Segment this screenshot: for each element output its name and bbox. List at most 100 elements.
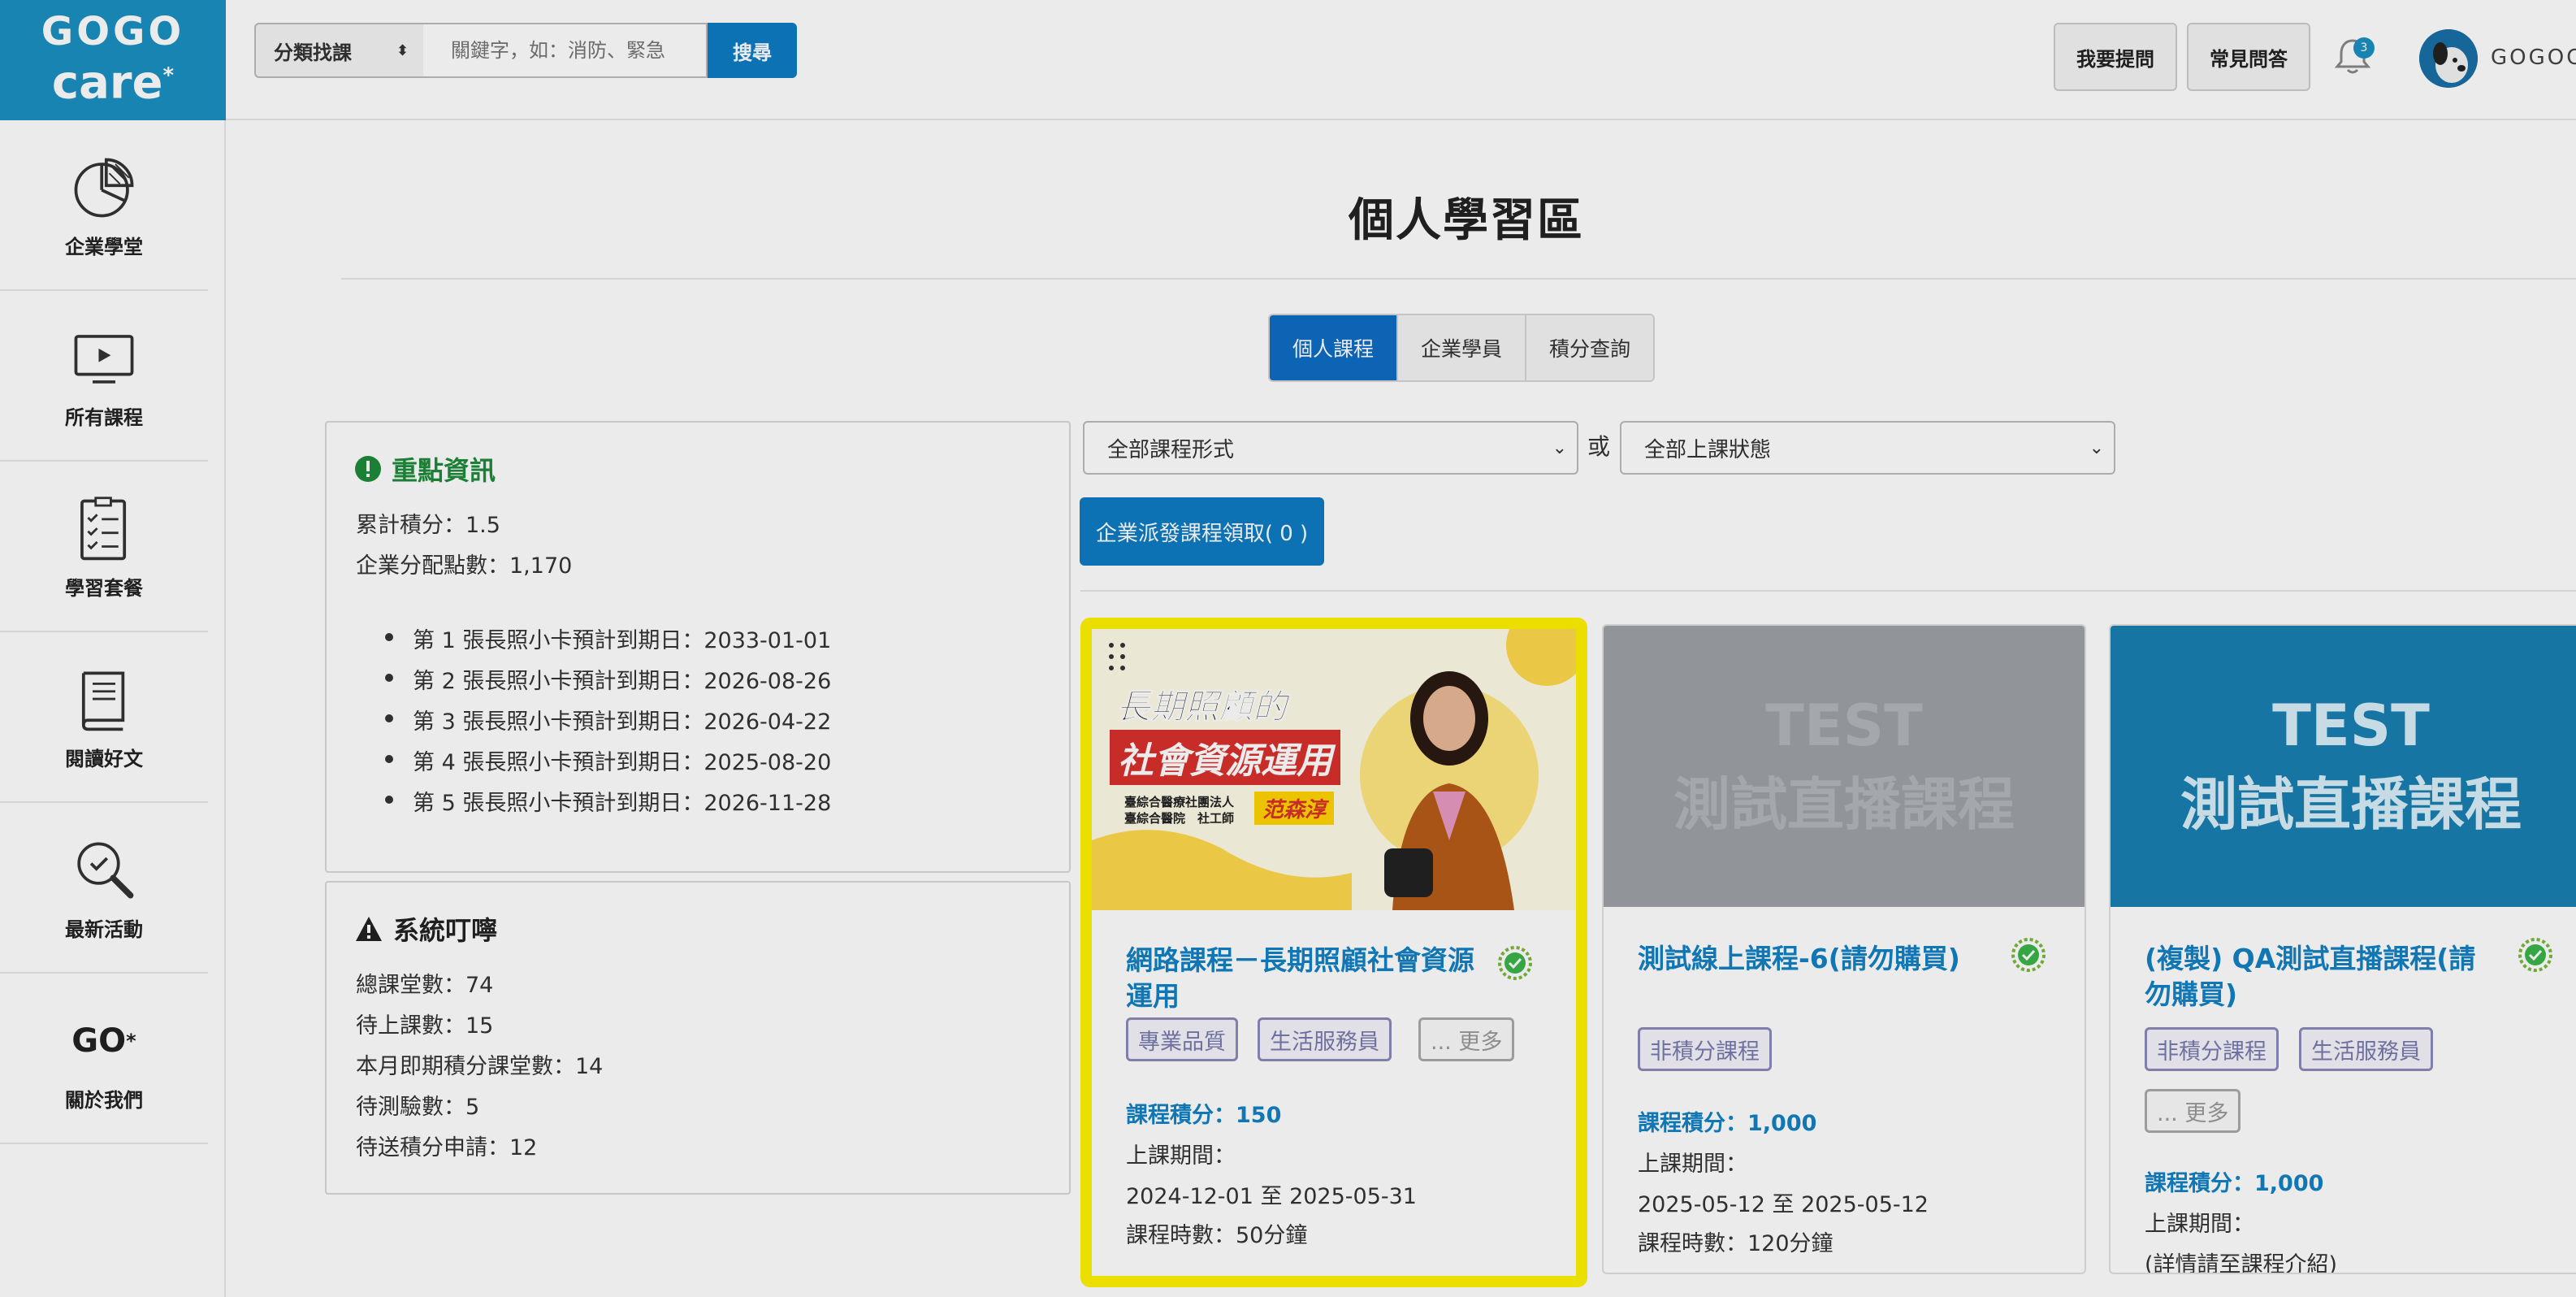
ask-question-button[interactable]: 我要提問: [2054, 23, 2177, 91]
cover-line1: TEST: [2272, 692, 2430, 759]
verified-badge-icon: [1498, 946, 1532, 980]
course-tag[interactable]: 非積分課程: [1638, 1027, 1772, 1071]
course-status-select[interactable]: 全部上課狀態 ⌄: [1620, 421, 2115, 475]
sidebar-item-events[interactable]: 最新活動: [0, 803, 208, 974]
faq-button[interactable]: 常見問答: [2187, 23, 2310, 91]
key-info-panel: 重點資訊 累計積分：1.5 企業分配點數：1,170 第 1 張長照小卡預計到期…: [325, 421, 1071, 873]
notice-line: 待上課數：15: [356, 1013, 494, 1039]
notice-line: 總課堂數：74: [356, 973, 494, 998]
search-button[interactable]: 搜尋: [708, 23, 797, 78]
course-period-label: 上課期間：: [1638, 1152, 1747, 1177]
course-tag[interactable]: 生活服務員: [2299, 1027, 2433, 1071]
key-info-title: 重點資訊: [354, 450, 496, 488]
more-tags-button[interactable]: ... 更多: [2145, 1089, 2241, 1133]
course-cover-image: TEST 測試直播課程: [1604, 626, 2085, 907]
course-title[interactable]: 測試線上課程-6(請勿購買): [1638, 941, 1995, 977]
cover-title-line2: 社會資源運用: [1110, 730, 1340, 785]
course-card[interactable]: TEST 測試直播課程 (複製) QA測試直播課程(請勿購買) 非積分課程 生活…: [2109, 624, 2576, 1274]
cover-line2: 測試直播課程: [2180, 770, 2522, 838]
accumulated-points: 累計積分：1.5: [356, 513, 500, 538]
course-points: 課程積分：1,000: [1638, 1111, 1817, 1136]
notification-badge: 3: [2353, 37, 2375, 59]
search-input[interactable]: [423, 23, 708, 78]
page-title: 個人學習區: [1349, 194, 1584, 247]
notice-line: 待測驗數：5: [356, 1095, 480, 1120]
enterprise-assign-button[interactable]: 企業派發課程領取( 0 ): [1080, 497, 1324, 566]
course-duration: 課程時數：50分鐘: [1126, 1223, 1308, 1248]
category-select-label: 分類找課: [274, 41, 352, 64]
chevron-down-icon: ⌄: [2089, 437, 2104, 458]
system-notice-title: 系統叮嚀: [354, 910, 497, 948]
course-duration: 課程時數：120分鐘: [1638, 1231, 1834, 1256]
notice-line: 待送積分申請：12: [356, 1135, 538, 1160]
sidebar-item-label: 閱讀好文: [65, 747, 143, 770]
sidebar-item-about[interactable]: GO * 關於我們: [0, 974, 208, 1144]
pie-chart-icon: [67, 151, 141, 224]
course-points: 課程積分：150: [1126, 1103, 1282, 1128]
course-title[interactable]: (複製) QA測試直播課程(請勿購買): [2145, 941, 2502, 1013]
dog-avatar-icon: [2419, 29, 2478, 88]
sidebar-item-articles[interactable]: 閱讀好文: [0, 632, 208, 803]
cover-sub2: 臺綜合醫院 社工師: [1124, 811, 1235, 826]
go-logo-icon: GO *: [71, 1022, 136, 1060]
card-expiry-item: 第 1 張長照小卡預計到期日：2033-01-01: [384, 622, 831, 654]
cover-teacher: 范森淳: [1254, 792, 1335, 825]
avatar[interactable]: [2419, 29, 2478, 88]
warning-icon: [356, 917, 382, 941]
user-name[interactable]: GOGOCA: [2491, 46, 2576, 70]
logo-line2: care*: [51, 56, 175, 110]
sidebar: 企業學堂 所有課程 學習套餐 閱讀好文 最新活動 GO * 關於我們: [0, 120, 226, 1297]
sidebar-item-learning-package[interactable]: 學習套餐: [0, 462, 208, 632]
chevron-down-icon: ⌄: [1552, 437, 1567, 458]
monitor-play-icon: [67, 322, 141, 395]
divider: [1080, 590, 2576, 592]
course-points: 課程積分：1,000: [2145, 1171, 2324, 1196]
checklist-icon: [67, 492, 141, 566]
card-expiry-item: 第 5 張長照小卡預計到期日：2026-11-28: [384, 785, 831, 817]
course-title[interactable]: 網路課程－長期照顧社會資源運用: [1126, 943, 1483, 1014]
select-caret-icon: ⬍: [396, 41, 409, 59]
sidebar-item-all-courses[interactable]: 所有課程: [0, 291, 208, 462]
exclamation-circle-icon: [355, 456, 381, 482]
system-notice-panel: 系統叮嚀 總課堂數：74 待上課數：15 本月即期積分課堂數：14 待測驗數：5…: [325, 881, 1071, 1195]
card-expiry-item: 第 4 張長照小卡預計到期日：2025-08-20: [384, 744, 831, 776]
sidebar-item-label: 學習套餐: [65, 576, 143, 600]
course-tag[interactable]: 生活服務員: [1258, 1017, 1392, 1061]
tab-enterprise-members[interactable]: 企業學員: [1398, 315, 1527, 380]
course-cover-image: TEST 測試直播課程: [2111, 626, 2576, 907]
sidebar-item-enterprise[interactable]: 企業學堂: [0, 120, 208, 291]
course-format-value: 全部課程形式: [1107, 437, 1235, 462]
more-tags-button[interactable]: ... 更多: [1418, 1017, 1515, 1061]
cover-title-line1: 長期照顧的: [1115, 687, 1288, 727]
sidebar-item-label: 企業學堂: [65, 235, 143, 258]
or-label: 或: [1587, 433, 1611, 460]
card-expiry-item: 第 2 張長照小卡預計到期日：2026-08-26: [384, 663, 831, 695]
verified-badge-icon: [2518, 938, 2552, 972]
sidebar-item-label: 最新活動: [65, 917, 143, 941]
notice-line: 本月即期積分課堂數：14: [356, 1054, 604, 1079]
tab-bar: 個人課程 企業學員 積分查詢: [1268, 314, 1656, 382]
tab-personal-courses[interactable]: 個人課程: [1270, 315, 1399, 380]
course-card[interactable]: 長期照顧的 社會資源運用 臺綜合醫療社團法人 臺綜合醫院 社工師 范森淳 網路課…: [1080, 618, 1587, 1287]
cover-line1: TEST: [1765, 692, 1923, 759]
course-period-label: 上課期間：: [2145, 1212, 2254, 1237]
sidebar-item-label: 所有課程: [65, 406, 143, 429]
course-period: (詳情請至課程介紹): [2145, 1252, 2338, 1274]
course-card[interactable]: TEST 測試直播課程 測試線上課程-6(請勿購買) 非積分課程 課程積分：1,…: [1602, 624, 2086, 1274]
course-period: 2024-12-01 至 2025-05-31: [1126, 1184, 1417, 1209]
cover-sub1: 臺綜合醫療社團法人: [1124, 795, 1235, 809]
course-period: 2025-05-12 至 2025-05-12: [1638, 1192, 1929, 1217]
category-select[interactable]: 分類找課 ⬍: [254, 23, 425, 78]
course-cover-image: 長期照顧的 社會資源運用 臺綜合醫療社團法人 臺綜合醫院 社工師 范森淳: [1092, 629, 1576, 910]
logo-line1: GOGO: [41, 9, 185, 55]
divider: [341, 278, 2576, 280]
site-logo[interactable]: GOGO care*: [0, 0, 226, 120]
course-tag[interactable]: 非積分課程: [2145, 1027, 2279, 1071]
magnifier-check-icon: [67, 834, 141, 907]
tab-points-inquiry[interactable]: 積分查詢: [1526, 315, 1654, 380]
sidebar-item-label: 關於我們: [65, 1088, 143, 1112]
course-tag[interactable]: 專業品質: [1126, 1017, 1238, 1061]
course-format-select[interactable]: 全部課程形式 ⌄: [1083, 421, 1578, 475]
verified-badge-icon: [2011, 938, 2046, 972]
course-period-label: 上課期間：: [1126, 1143, 1236, 1169]
